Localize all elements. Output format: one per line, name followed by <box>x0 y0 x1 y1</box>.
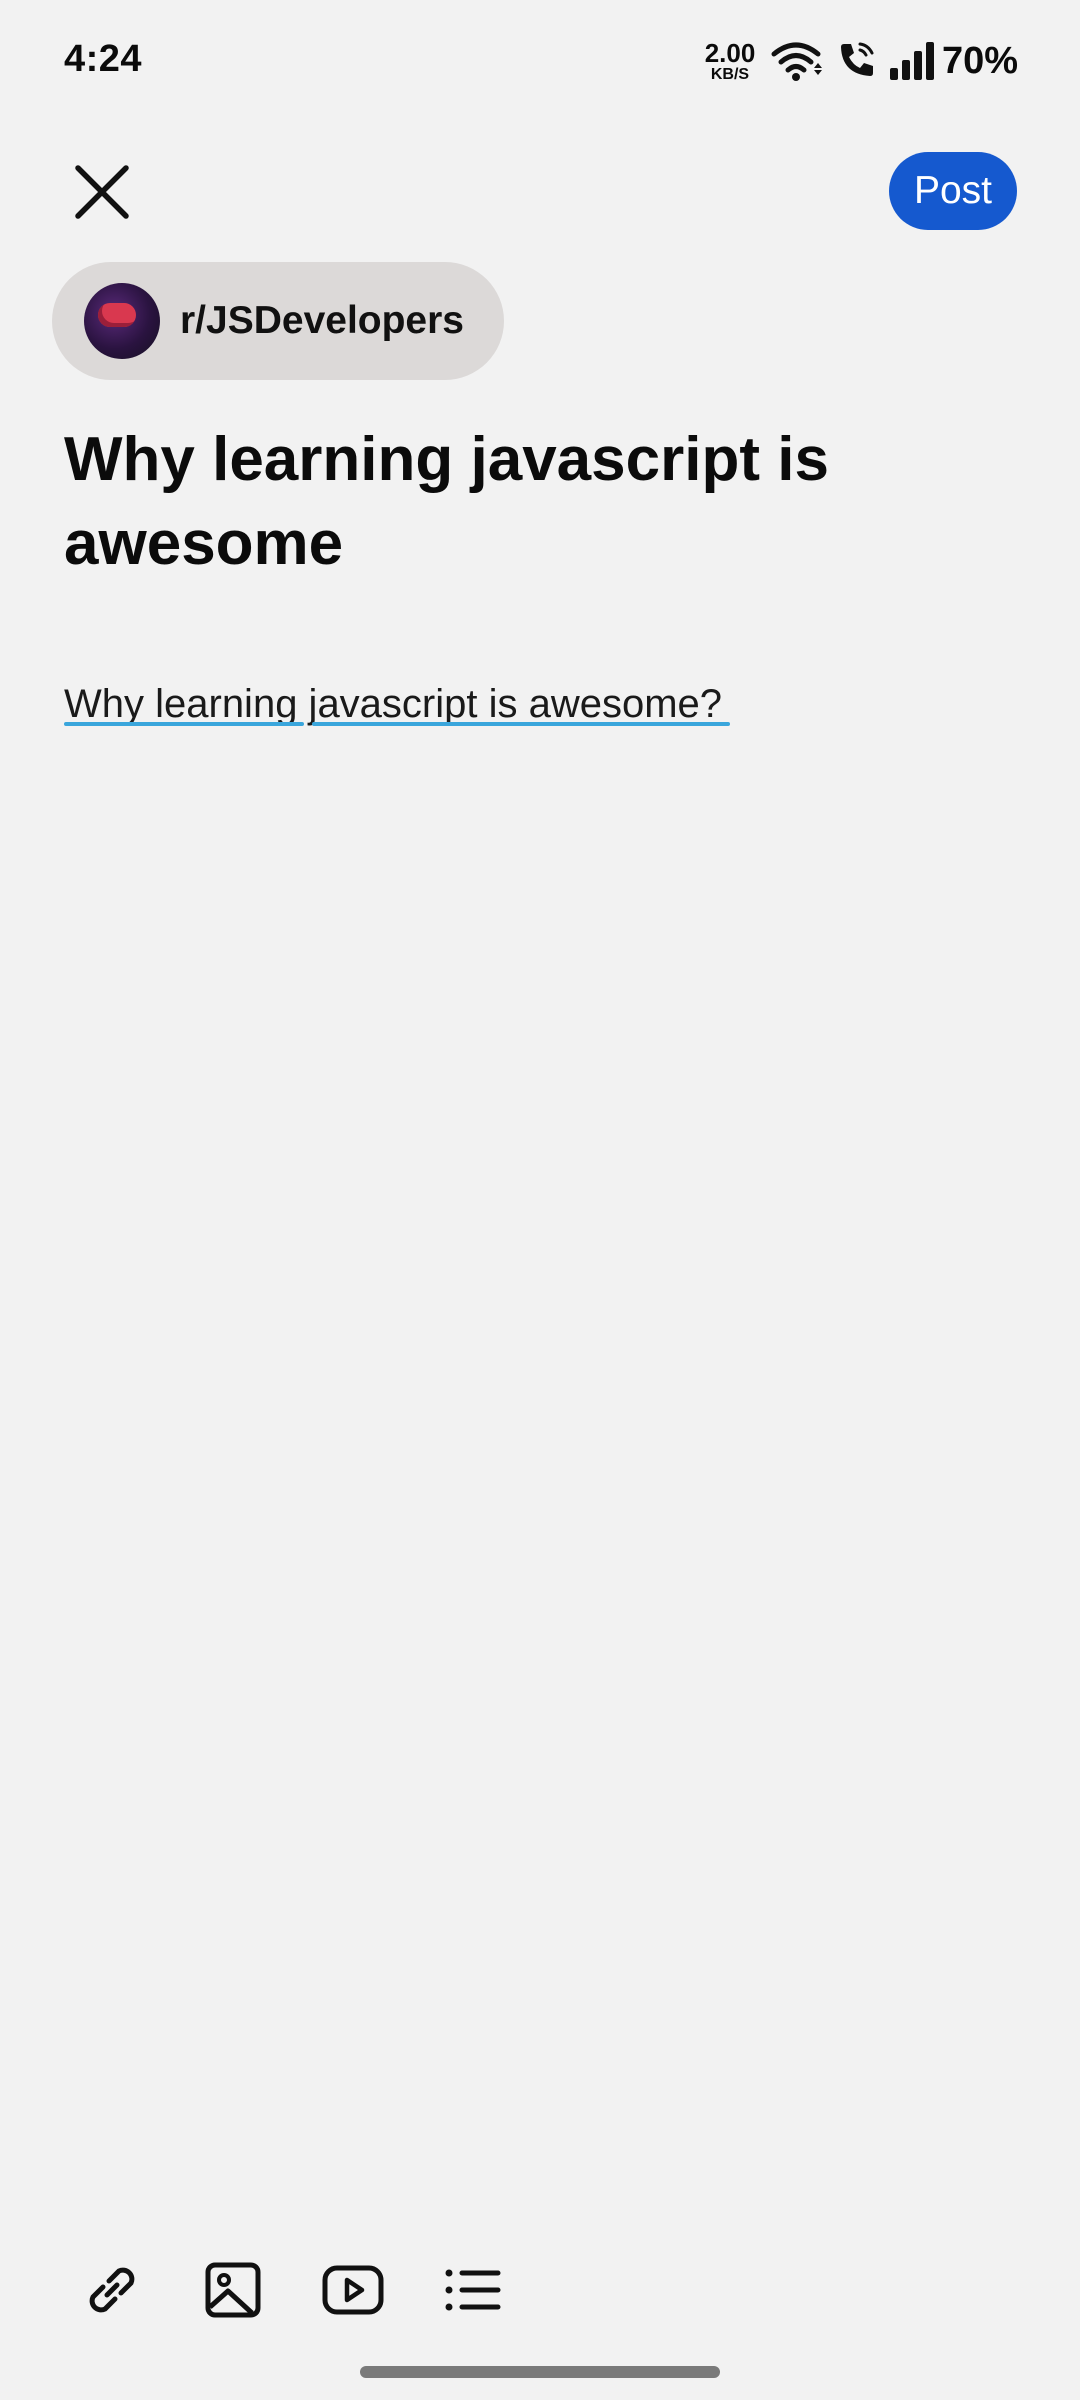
post-body-text: Why learning javascript is awesome? <box>64 682 723 726</box>
link-button[interactable] <box>72 2250 152 2330</box>
community-selector[interactable]: r/JSDevelopers <box>52 262 504 380</box>
video-button[interactable] <box>313 2250 393 2330</box>
community-avatar <box>84 283 160 359</box>
spellcheck-underline <box>64 722 304 726</box>
formatting-toolbar <box>0 2250 1080 2330</box>
status-bar: 4:24 2.00 KB/S 70% <box>0 0 1080 120</box>
link-icon <box>89 2267 135 2313</box>
community-name: r/JSDevelopers <box>180 299 464 342</box>
battery-level: 70% <box>942 40 1019 82</box>
signal-icon <box>890 42 934 80</box>
close-icon <box>75 165 129 219</box>
list-button[interactable] <box>433 2250 513 2330</box>
image-button[interactable] <box>193 2250 273 2330</box>
network-speed-value: 2.00 <box>704 38 756 68</box>
post-button[interactable]: Post <box>889 152 1017 230</box>
close-button[interactable] <box>62 152 142 232</box>
list-icon <box>445 2269 501 2311</box>
network-speed-unit: KB/S <box>710 66 750 83</box>
home-indicator[interactable] <box>360 2366 720 2378</box>
status-time: 4:24 <box>64 38 143 80</box>
spellcheck-underline <box>312 722 730 726</box>
image-icon <box>205 2262 261 2318</box>
post-title-input[interactable]: Why learning javascript is awesome <box>64 418 964 586</box>
wifi-call-icon <box>841 42 874 76</box>
wifi-icon <box>771 42 822 81</box>
network-speed: 2.00 KB/S <box>700 40 760 83</box>
video-icon <box>322 2265 384 2315</box>
